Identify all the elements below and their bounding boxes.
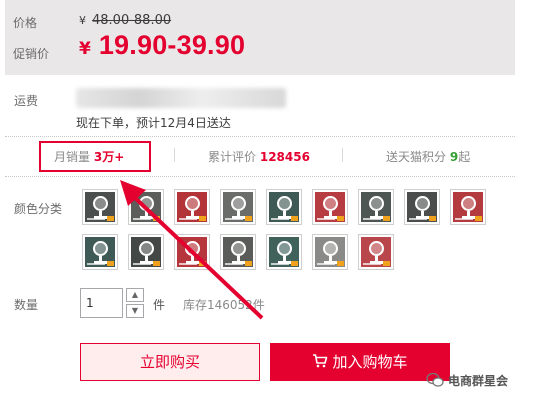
watermark-text: 电商群星会 [448, 373, 509, 388]
annotation-arrow [120, 180, 264, 320]
watermark: 电商群星会 [426, 371, 508, 389]
wechat-icon [426, 372, 444, 387]
